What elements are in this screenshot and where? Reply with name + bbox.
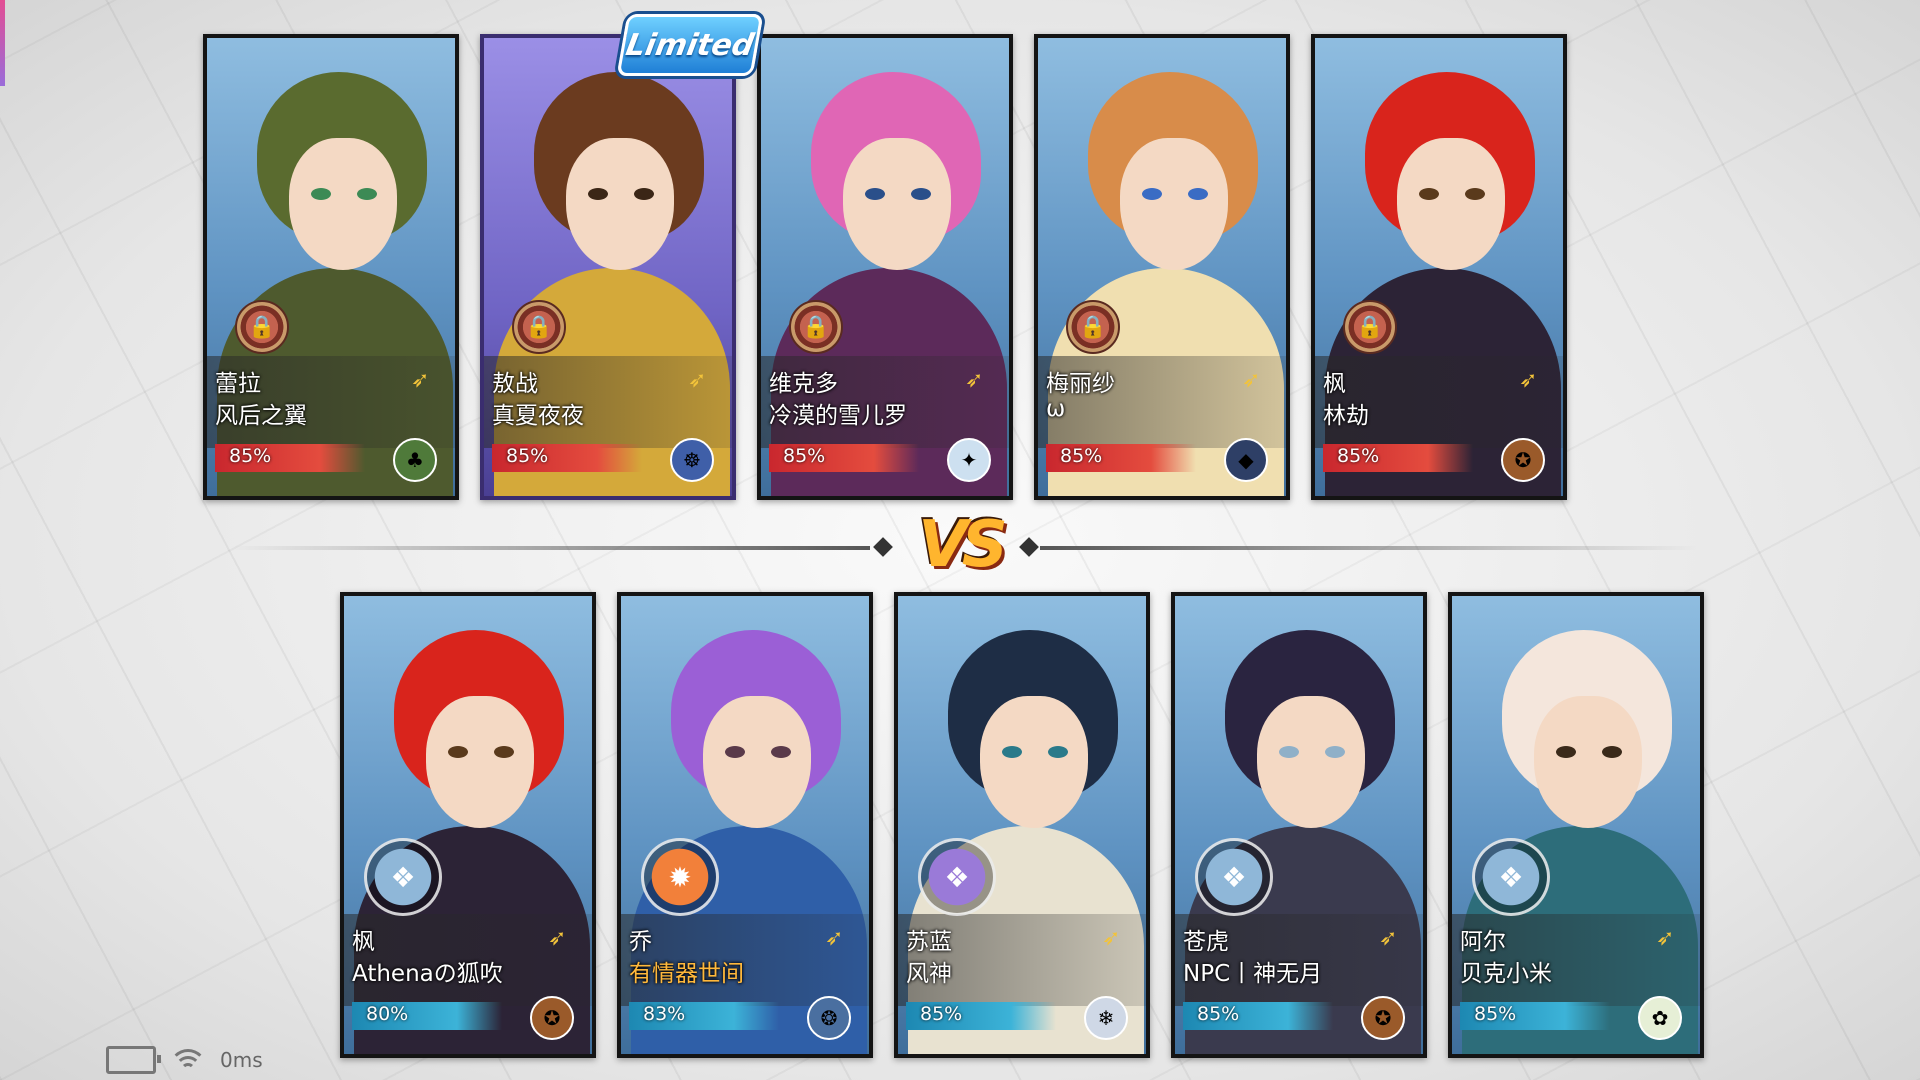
player-avatar-icon[interactable]: ❄: [1084, 996, 1128, 1040]
hero-card-top-3[interactable]: 🔒 维克多 冷漠的雪儿罗 ➶ 85% ✦: [757, 34, 1013, 500]
hero-card-top-2[interactable]: 🔒 敖战 真夏夜夜 ➶ 85% ☸: [480, 34, 736, 500]
divider-diamond-right: [1019, 537, 1039, 557]
vs-emblem: VS: [918, 508, 1008, 582]
hero-name: 敖战: [492, 371, 538, 397]
lock-icon: 🔒: [512, 300, 566, 354]
lock-icon: 🔒: [1066, 300, 1120, 354]
hero-skin-name: 冷漠的雪儿罗: [769, 403, 907, 429]
hero-card-bottom-1[interactable]: ❖ 枫 Athenaの狐吹 ➶ 80% ✪: [340, 592, 596, 1058]
hero-name: 乔: [629, 929, 652, 955]
proficiency-percent: 80%: [366, 1003, 409, 1025]
wifi-icon: [170, 1047, 206, 1073]
hero-name: 苍虎: [1183, 929, 1229, 955]
top-team-row: 🔒 蕾拉 风后之翼 ➶ 85% ♣ 🔒 敖战 真夏夜夜 ➶ 85% ☸ 🔒 维克…: [203, 34, 1567, 500]
player-avatar-icon[interactable]: ✦: [947, 438, 991, 482]
divider-right: [1040, 546, 1700, 550]
proficiency-percent: 85%: [1474, 1003, 1517, 1025]
hero-name: 枫: [352, 929, 375, 955]
rocket-icon: ➶: [1656, 926, 1675, 951]
ping-text: 0ms: [220, 1048, 263, 1072]
bottom-team-row: ❖ 枫 Athenaの狐吹 ➶ 80% ✪ ✹ 乔 有情器世间 ➶ 83% ❂ …: [340, 592, 1704, 1058]
proficiency-percent: 85%: [783, 445, 826, 467]
status-bar: 0ms: [106, 1046, 263, 1074]
hero-skin-name: 林劫: [1323, 403, 1369, 429]
hero-name: 苏蓝: [906, 929, 952, 955]
proficiency-percent: 85%: [920, 1003, 963, 1025]
hero-name: 梅丽纱: [1046, 371, 1115, 397]
battery-icon: [106, 1046, 161, 1074]
proficiency-percent: 85%: [506, 445, 549, 467]
hero-skin-name: ω: [1046, 396, 1066, 422]
proficiency-percent: 85%: [1060, 445, 1103, 467]
rocket-icon: ➶: [548, 926, 567, 951]
hero-skin-name: NPC丨神无月: [1183, 961, 1323, 987]
divider-diamond-left: [873, 537, 893, 557]
rocket-icon: ➶: [1379, 926, 1398, 951]
hero-card-top-5[interactable]: 🔒 枫 林劫 ➶ 85% ✪: [1311, 34, 1567, 500]
hero-card-top-4[interactable]: 🔒 梅丽纱 ω ➶ 85% ◆: [1034, 34, 1290, 500]
proficiency-percent: 85%: [1337, 445, 1380, 467]
hero-skin-name: 风后之翼: [215, 403, 307, 429]
hero-card-bottom-4[interactable]: ❖ 苍虎 NPC丨神无月 ➶ 85% ✪: [1171, 592, 1427, 1058]
proficiency-percent: 83%: [643, 1003, 686, 1025]
hero-skin-name: 贝克小米: [1460, 961, 1552, 987]
lock-icon: 🔒: [789, 300, 843, 354]
hero-name: 维克多: [769, 371, 838, 397]
rank-badge-icon: ❖: [1472, 838, 1550, 916]
hero-skin-name: 真夏夜夜: [492, 403, 584, 429]
hero-name: 枫: [1323, 371, 1346, 397]
player-avatar-icon[interactable]: ❂: [807, 996, 851, 1040]
rocket-icon: ➶: [1519, 368, 1538, 393]
divider-left: [230, 546, 870, 550]
hero-card-bottom-2[interactable]: ✹ 乔 有情器世间 ➶ 83% ❂: [617, 592, 873, 1058]
player-avatar-icon[interactable]: ◆: [1224, 438, 1268, 482]
lock-icon: 🔒: [1343, 300, 1397, 354]
proficiency-percent: 85%: [229, 445, 272, 467]
hero-name: 阿尔: [1460, 929, 1506, 955]
player-avatar-icon[interactable]: ✿: [1638, 996, 1682, 1040]
hero-card-bottom-3[interactable]: ❖ 苏蓝 风神 ➶ 85% ❄: [894, 592, 1150, 1058]
hero-card-bottom-5[interactable]: ❖ 阿尔 贝克小米 ➶ 85% ✿: [1448, 592, 1704, 1058]
hero-skin-name: 风神: [906, 961, 952, 987]
player-avatar-icon[interactable]: ✪: [530, 996, 574, 1040]
rank-badge-icon: ✹: [641, 838, 719, 916]
rank-badge-icon: ❖: [918, 838, 996, 916]
player-avatar-icon[interactable]: ☸: [670, 438, 714, 482]
hero-skin-name: 有情器世间: [629, 961, 744, 987]
rank-badge-icon: ❖: [1195, 838, 1273, 916]
hero-skin-name: Athenaの狐吹: [352, 961, 503, 987]
rocket-icon: ➶: [965, 368, 984, 393]
rocket-icon: ➶: [1242, 368, 1261, 393]
rocket-icon: ➶: [1102, 926, 1121, 951]
rocket-icon: ➶: [825, 926, 844, 951]
player-avatar-icon[interactable]: ✪: [1361, 996, 1405, 1040]
edge-accent: [0, 0, 5, 86]
rocket-icon: ➶: [411, 368, 430, 393]
limited-badge: Limited: [616, 14, 764, 76]
hero-card-top-1[interactable]: 🔒 蕾拉 风后之翼 ➶ 85% ♣: [203, 34, 459, 500]
proficiency-percent: 85%: [1197, 1003, 1240, 1025]
hero-name: 蕾拉: [215, 371, 261, 397]
player-avatar-icon[interactable]: ♣: [393, 438, 437, 482]
rank-badge-icon: ❖: [364, 838, 442, 916]
rocket-icon: ➶: [688, 368, 707, 393]
lock-icon: 🔒: [235, 300, 289, 354]
player-avatar-icon[interactable]: ✪: [1501, 438, 1545, 482]
